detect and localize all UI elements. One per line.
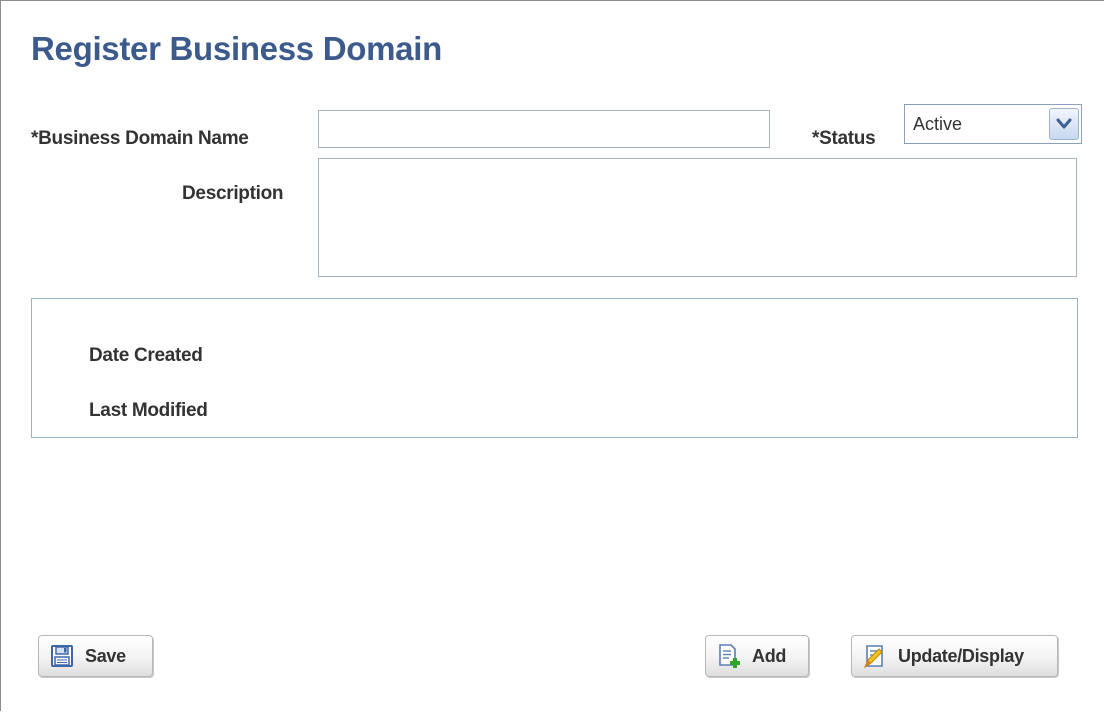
floppy-disk-icon <box>49 643 75 669</box>
save-button-label: Save <box>85 645 126 666</box>
add-button[interactable]: Add <box>705 635 809 677</box>
status-label: *Status <box>812 128 876 149</box>
date-created-label: Date Created <box>89 345 203 366</box>
page-title: Register Business Domain <box>31 30 442 67</box>
add-document-icon <box>716 643 742 669</box>
last-modified-label: Last Modified <box>89 400 208 421</box>
business-domain-name-input[interactable] <box>318 110 770 148</box>
update-display-button[interactable]: Update/Display <box>851 635 1058 677</box>
add-button-label: Add <box>752 645 787 666</box>
update-display-button-label: Update/Display <box>898 645 1024 666</box>
edit-document-icon <box>862 643 888 669</box>
status-dropdown-button[interactable] <box>1049 108 1079 140</box>
description-textarea[interactable] <box>318 158 1077 277</box>
save-button[interactable]: Save <box>38 635 153 677</box>
description-label: Description <box>182 183 284 204</box>
status-selected-value: Active <box>913 114 963 134</box>
chevron-down-icon <box>1056 118 1072 129</box>
business-domain-name-label: *Business Domain Name <box>31 128 249 149</box>
status-select[interactable]: Active <box>904 104 1082 144</box>
